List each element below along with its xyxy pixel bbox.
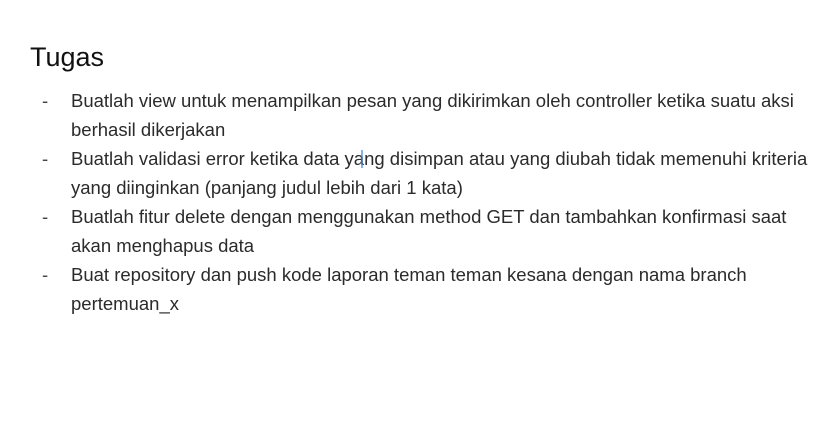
- task-item-2: - Buatlah validasi error ketika data yan…: [40, 144, 810, 202]
- bullet-dash: -: [42, 264, 49, 285]
- bullet-dash: -: [42, 206, 49, 227]
- task-list: - Buatlah view untuk menampilkan pesan y…: [40, 86, 810, 318]
- task-item-4: - Buat repository dan push kode laporan …: [40, 260, 810, 318]
- task-text: Buatlah fitur delete dengan menggunakan …: [71, 206, 787, 256]
- bullet-dash: -: [42, 148, 49, 169]
- task-text: Buatlah view untuk menampilkan pesan yan…: [71, 90, 794, 140]
- task-text: Buat repository dan push kode laporan te…: [71, 264, 747, 314]
- bullet-dash: -: [42, 90, 49, 111]
- task-item-1: - Buatlah view untuk menampilkan pesan y…: [40, 86, 810, 144]
- task-item-3: - Buatlah fitur delete dengan menggunaka…: [40, 202, 810, 260]
- slide-title: Tugas: [30, 42, 105, 73]
- slide: Tugas - Buatlah view untuk menampilkan p…: [0, 0, 827, 426]
- task-text: Buatlah validasi error ketika data yang …: [71, 148, 808, 198]
- text-cursor: [361, 150, 363, 168]
